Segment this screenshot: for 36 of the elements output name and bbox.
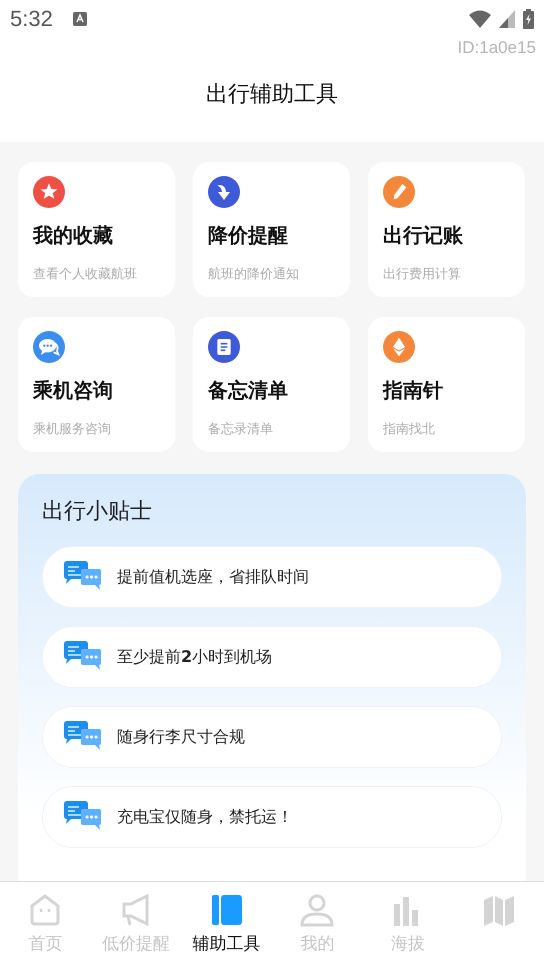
tool-title: 指南针 bbox=[383, 377, 443, 404]
tool-card[interactable]: 出行记账 出行费用计算 bbox=[368, 162, 525, 297]
tool-card[interactable]: 指南针 指南找北 bbox=[368, 317, 525, 452]
tip-text: 充电宝仅随身，禁托运！ bbox=[117, 806, 293, 828]
user-id: ID:1a0e15 bbox=[458, 38, 536, 58]
page-title: 出行辅助工具 bbox=[205, 81, 339, 109]
signal-icon bbox=[499, 10, 515, 28]
tool-subtitle: 指南找北 bbox=[383, 421, 435, 438]
keyboard-icon bbox=[72, 12, 87, 26]
tool-card[interactable]: 我的收藏 查看个人收藏航班 bbox=[18, 162, 175, 297]
battery-icon bbox=[523, 9, 534, 29]
tip-text: 提前值机选座，省排队时间 bbox=[117, 566, 309, 588]
tool-subtitle: 航班的降价通知 bbox=[208, 266, 299, 283]
nav-tab[interactable]: 辅助工具 bbox=[181, 882, 272, 968]
tool-subtitle: 乘机服务咨询 bbox=[33, 421, 111, 438]
tool-subtitle: 查看个人收藏航班 bbox=[33, 266, 137, 283]
person-icon bbox=[299, 892, 336, 928]
tip-text: 随身行李尺寸合规 bbox=[117, 726, 245, 748]
tool-card[interactable]: 乘机咨询 乘机服务咨询 bbox=[18, 317, 175, 452]
tool-title: 备忘清单 bbox=[208, 377, 288, 404]
tool-title: 乘机咨询 bbox=[33, 377, 113, 404]
tip-item[interactable]: 随身行李尺寸合规 bbox=[42, 706, 502, 768]
tool-card[interactable]: 备忘清单 备忘录清单 bbox=[193, 317, 350, 452]
tip-item[interactable]: 提前值机选座，省排队时间 bbox=[42, 546, 502, 608]
tool-title: 降价提醒 bbox=[208, 222, 288, 249]
tool-subtitle: 出行费用计算 bbox=[383, 266, 461, 283]
tip-text: 至少提前2小时到机场 bbox=[117, 646, 272, 668]
wifi-icon bbox=[469, 10, 491, 28]
tips-title: 出行小贴士 bbox=[42, 498, 153, 526]
tool-subtitle: 备忘录清单 bbox=[208, 421, 273, 438]
tool-title: 出行记账 bbox=[383, 222, 463, 249]
status-time: 5:32 bbox=[10, 6, 53, 32]
tool-card[interactable]: 降价提醒 航班的降价通知 bbox=[193, 162, 350, 297]
tool-title: 我的收藏 bbox=[33, 222, 113, 249]
tip-item[interactable]: 充电宝仅随身，禁托运！ bbox=[42, 786, 502, 848]
tip-item[interactable]: 至少提前2小时到机场 bbox=[42, 626, 502, 688]
